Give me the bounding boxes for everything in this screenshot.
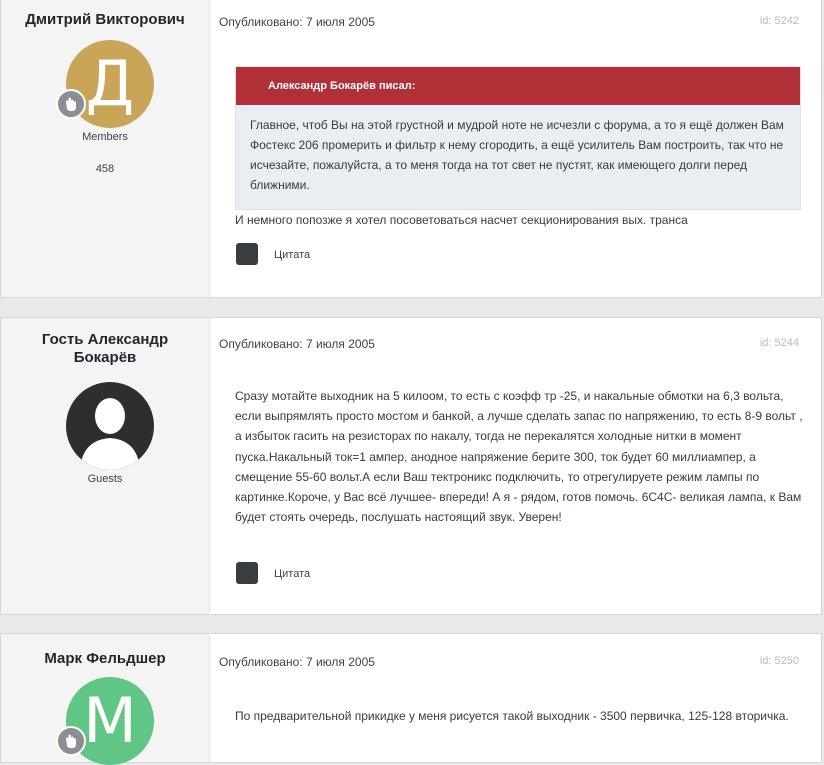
- post-date: Опубликовано: 7 июля 2005: [219, 337, 375, 351]
- post-text: Сразу мотайте выходник на 5 килоом, то е…: [235, 389, 803, 525]
- post-5242: Дмитрий Викторович Д Members 458 Опублик…: [0, 0, 822, 298]
- author-name[interactable]: Гость Александр Бокарёв: [1, 331, 209, 367]
- quote-block: Александр Бокарёв писал: Главное, чтоб В…: [235, 66, 801, 210]
- post-id[interactable]: id: 5244: [760, 337, 799, 349]
- post-count: 458: [95, 163, 115, 175]
- author-panel: Дмитрий Викторович Д Members 458: [1, 0, 210, 297]
- post-id[interactable]: id: 5242: [760, 15, 799, 27]
- post-5244: Гость Александр Бокарёв Guests Опубликов…: [0, 317, 822, 615]
- guest-avatar[interactable]: [66, 382, 154, 470]
- author-panel: Марк Фельдшер М: [1, 634, 210, 765]
- post-id[interactable]: id: 5250: [760, 655, 799, 667]
- quote-button-icon[interactable]: [236, 243, 258, 265]
- author-name[interactable]: Марк Фельдшер: [1, 650, 209, 668]
- post-text: По предварительной прикидке у меня рисуе…: [235, 709, 789, 723]
- quote-text: Главное, чтоб Вы на этой грустной и мудр…: [250, 118, 784, 192]
- author-panel: Гость Александр Бокарёв Guests: [1, 318, 210, 614]
- quote-button[interactable]: Цитата: [274, 249, 310, 261]
- rank-badge-icon: [56, 89, 86, 119]
- post-date: Опубликовано: 7 июля 2005: [219, 655, 375, 669]
- author-name[interactable]: Дмитрий Викторович: [1, 11, 209, 29]
- user-silhouette-icon: [80, 398, 140, 470]
- member-group: Guests: [87, 473, 123, 485]
- post-text: И немного попозже я хотел посоветоваться…: [235, 213, 688, 227]
- quote-author: Александр Бокарёв писал:: [236, 67, 800, 105]
- rank-badge-icon: [56, 726, 86, 756]
- quote-button[interactable]: Цитата: [274, 568, 310, 580]
- post-5250: Марк Фельдшер М Опубликовано: 7 июля 200…: [0, 633, 822, 765]
- member-group: Members: [82, 131, 128, 143]
- quote-button-icon[interactable]: [236, 562, 258, 584]
- post-date: Опубликовано: 7 июля 2005: [219, 15, 375, 29]
